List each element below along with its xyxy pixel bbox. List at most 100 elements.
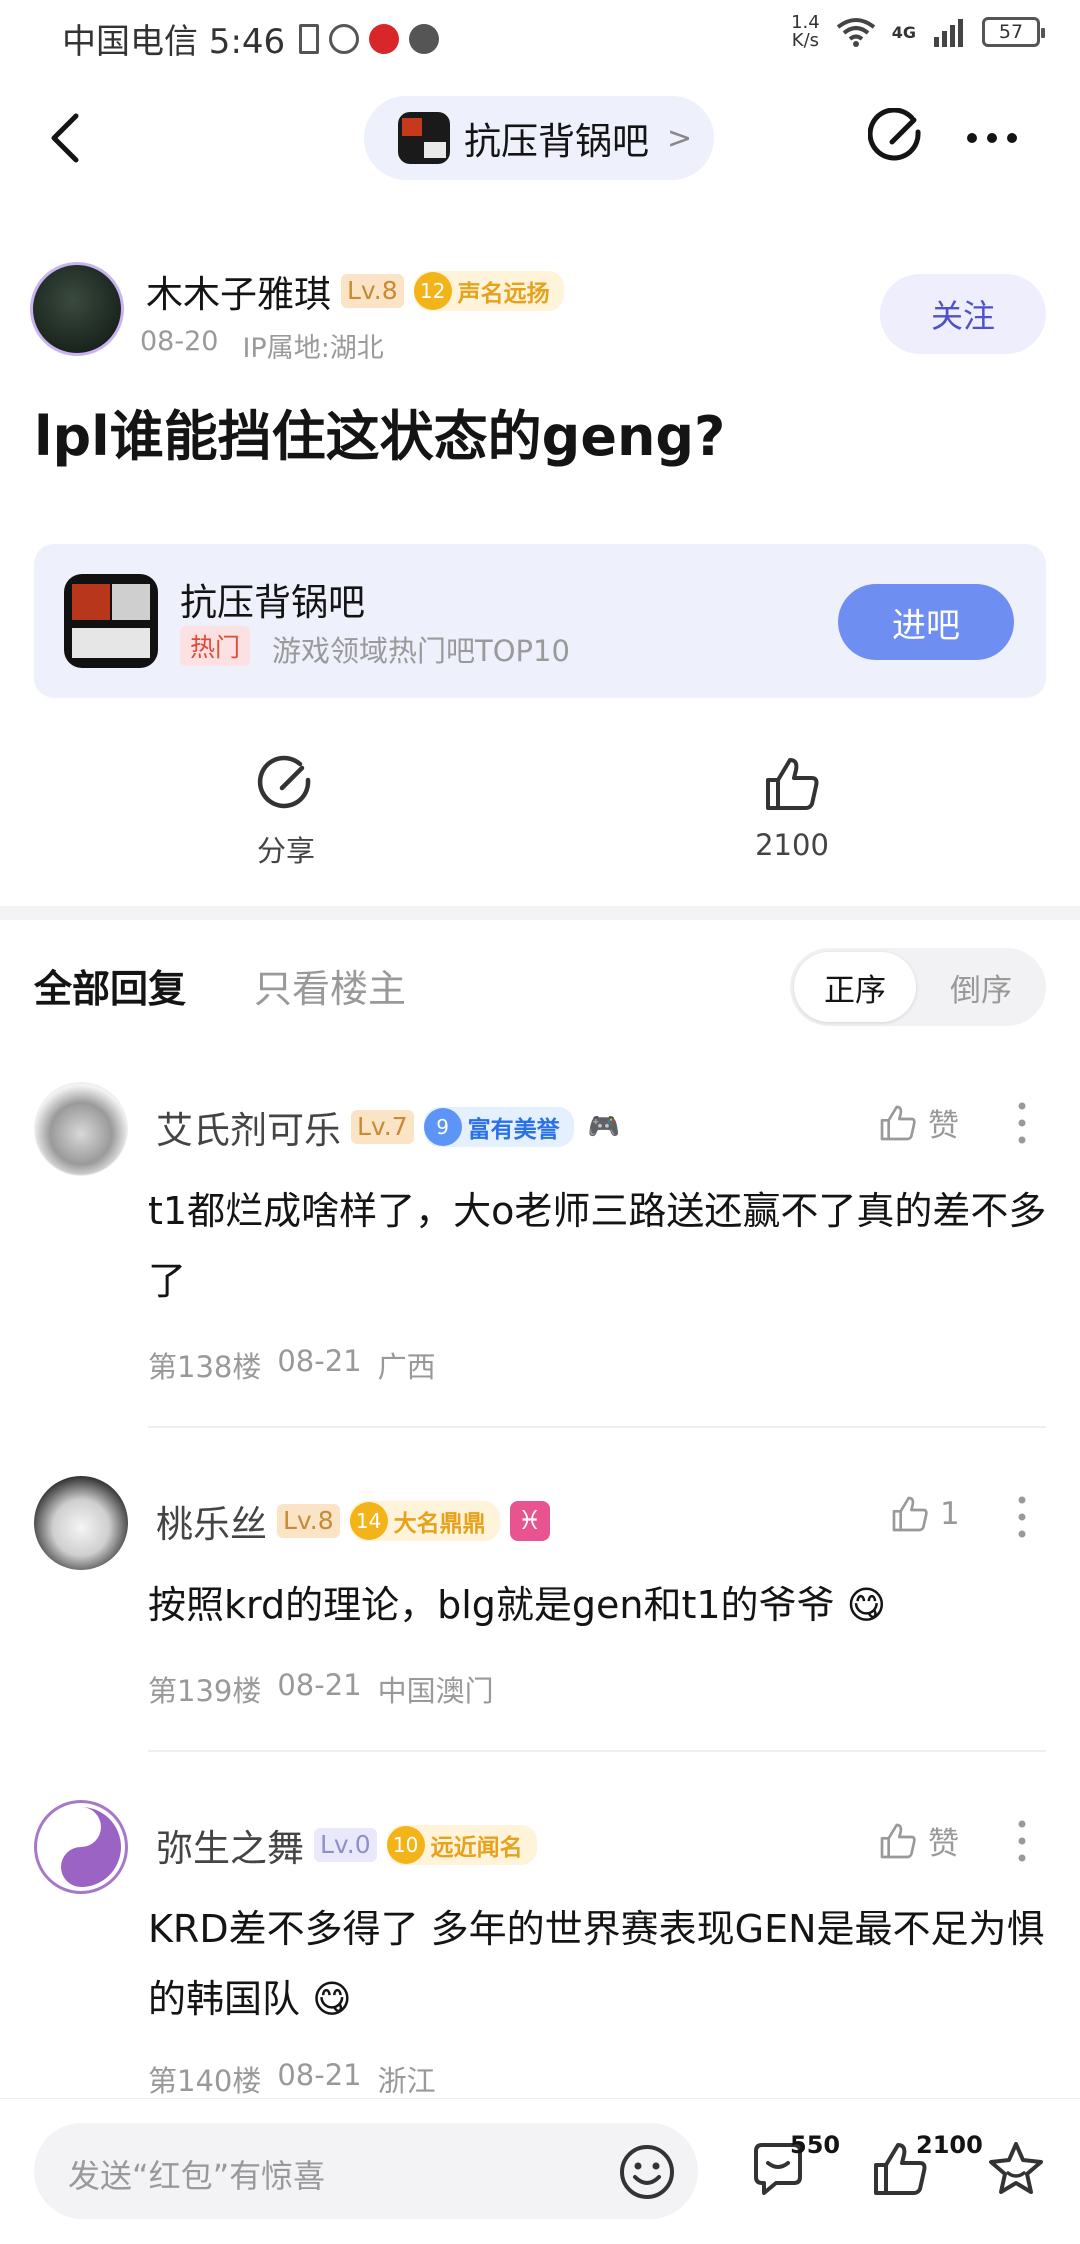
reply-floor: 第140楼 (148, 2064, 262, 2098)
reply-avatar[interactable] (34, 1082, 128, 1176)
emoji-icon[interactable] (618, 2143, 676, 2201)
share-button[interactable]: 分享 (216, 754, 356, 870)
reply-floor: 第139楼 (148, 1674, 262, 1708)
reply-like-button[interactable]: 1 (890, 1494, 960, 1534)
battery-icon: 57 (982, 17, 1045, 47)
tab-owner-only[interactable]: 只看楼主 (254, 958, 406, 1013)
share-icon (257, 755, 311, 809)
honor-gem-icon: 9 (423, 1108, 462, 1146)
thumbs-up-icon (766, 758, 819, 810)
forum-card-description: 游戏领域热门吧TOP10 (272, 634, 570, 668)
back-icon[interactable] (46, 112, 86, 164)
nav-bar: 抗压背锅吧 > (0, 90, 1080, 186)
post-title: lpl谁能挡住这状态的geng? (34, 405, 726, 468)
reply-divider (148, 1750, 1046, 1752)
thumbs-up-icon (880, 1105, 916, 1140)
reply-more-icon[interactable] (1010, 1816, 1034, 1866)
sort-descending-button[interactable]: 倒序 (920, 952, 1042, 1022)
reply-input-placeholder: 发送“红包”有惊喜 (68, 2157, 326, 2195)
reply-floor: 第138楼 (148, 1350, 262, 1384)
wifi-icon (836, 18, 875, 47)
reply-author: 弥生之舞 Lv.0 10 远近闻名 (156, 1818, 537, 1872)
forum-card[interactable]: 抗压背锅吧 热门 游戏领域热门吧TOP10 进吧 (34, 544, 1046, 698)
reply-more-icon[interactable] (1010, 1492, 1034, 1542)
honor-title: 富有美誉 (467, 1117, 560, 1143)
level-badge: Lv.8 (341, 274, 404, 308)
reply-input[interactable]: 发送“红包”有惊喜 (34, 2123, 698, 2219)
hand-icon (329, 23, 360, 54)
network-type: 4G (891, 22, 916, 42)
reply-author-name[interactable]: 桃乐丝 (156, 1494, 267, 1548)
reply-like-button[interactable]: 赞 (878, 1818, 959, 1863)
comment-count: 550 (790, 2131, 841, 2159)
chat-bubble-icon (409, 23, 440, 54)
reply-divider (148, 1426, 1046, 1428)
reply-text: t1都烂成啥样了，大o老师三路送还赢不了真的差不多了 (148, 1189, 1047, 1303)
reply-like-button[interactable]: 赞 (878, 1100, 959, 1145)
like-count: 2100 (916, 2131, 983, 2159)
post-date: 08-20 (140, 326, 219, 357)
reply-meta: 第140楼 08-21 浙江 (148, 2058, 436, 2100)
sort-ascending-button[interactable]: 正序 (794, 952, 916, 1022)
author-name[interactable]: 木木子雅琪 (146, 264, 331, 318)
forum-pill[interactable]: 抗压背锅吧 > (364, 96, 714, 180)
reply-text: 按照krd的理论，blg就是gen和t1的爷爷 😋 (148, 1583, 887, 1627)
level-badge: Lv.0 (314, 1828, 377, 1862)
reply-meta: 第139楼 08-21 中国澳门 (148, 1668, 494, 1710)
carrier-time: 中国电信 5:46 (62, 22, 286, 62)
hot-tag: 热门 (180, 626, 251, 666)
reply-author-name[interactable]: 弥生之舞 (156, 1818, 304, 1872)
reply-date: 08-21 (277, 1668, 362, 1702)
forum-pill-name: 抗压背锅吧 (464, 120, 649, 163)
reply-like-label: 赞 (928, 1826, 959, 1862)
hourglass-icon (299, 23, 320, 54)
honor-title: 远近闻名 (430, 1835, 523, 1861)
reply-item: 桃乐丝 Lv.8 14 大名鼎鼎 ♓ 1 按照krd的理论，blg就是gen和t… (0, 1476, 1080, 1756)
forum-card-logo-icon (64, 574, 158, 668)
reply-location: 中国澳门 (377, 1674, 494, 1708)
honor-gem-icon: 10 (386, 1826, 425, 1864)
honor-badge: 10 远近闻名 (386, 1825, 537, 1865)
network-speed: 1.4 K/s (791, 12, 820, 51)
ip-location: IP属地:湖北 (242, 333, 384, 364)
forum-logo-icon (398, 112, 450, 164)
reply-location: 浙江 (377, 2064, 436, 2098)
level-badge: Lv.8 (277, 1504, 340, 1538)
edit-share-icon[interactable] (868, 108, 926, 166)
author-meta: 08-20 IP属地:湖北 (140, 326, 384, 365)
thumbs-up-icon (880, 1823, 916, 1858)
section-divider (0, 906, 1080, 920)
honor-gem-icon: 14 (349, 1502, 388, 1540)
reply-author-name[interactable]: 艾氏剂可乐 (156, 1100, 341, 1154)
reply-more-icon[interactable] (1010, 1098, 1034, 1148)
post-like-button[interactable]: 2100 (722, 754, 862, 862)
honor-badge: 14 大名鼎鼎 (349, 1501, 500, 1541)
reply-date: 08-21 (277, 1344, 362, 1378)
favorite-star-icon[interactable] (986, 2139, 1046, 2199)
chevron-right-icon: > (667, 120, 693, 156)
level-badge: Lv.7 (351, 1110, 414, 1144)
thumbs-up-icon (892, 1496, 928, 1532)
forum-card-name: 抗压背锅吧 (180, 581, 365, 624)
reply-item: 艾氏剂可乐 Lv.7 9 富有美誉 🎮 赞 t1都烂成啥样了，大o老师三路送还赢… (0, 1082, 1080, 1428)
honor-badge: 9 富有美誉 (423, 1107, 574, 1147)
reply-location: 广西 (377, 1350, 436, 1384)
bottom-bar: 发送“红包”有惊喜 550 2100 (0, 2098, 1080, 2244)
reply-like-label: 赞 (928, 1108, 959, 1144)
reply-meta: 第138楼 08-21 广西 (148, 1344, 436, 1386)
reply-item: 弥生之舞 Lv.0 10 远近闻名 赞 KRD差不多得了 多年的世界赛表现GEN… (0, 1800, 1080, 2100)
more-icon[interactable] (964, 118, 1020, 158)
enter-forum-button[interactable]: 进吧 (838, 584, 1014, 660)
weibo-icon (369, 23, 400, 54)
tab-all-replies[interactable]: 全部回复 (34, 958, 186, 1013)
status-right: 1.4 K/s 4G 57 (791, 12, 1045, 51)
follow-button[interactable]: 关注 (880, 274, 1046, 354)
signal-icon (934, 19, 963, 47)
post-like-count: 2100 (755, 828, 829, 862)
author-info: 木木子雅琪 Lv.8 12 声名远扬 (146, 264, 564, 318)
reply-avatar[interactable] (34, 1476, 128, 1570)
reply-avatar[interactable] (34, 1800, 128, 1894)
author-avatar[interactable] (30, 262, 124, 356)
honor-gem-icon: 12 (413, 272, 452, 310)
honor-badge: 12 声名远扬 (413, 271, 564, 311)
